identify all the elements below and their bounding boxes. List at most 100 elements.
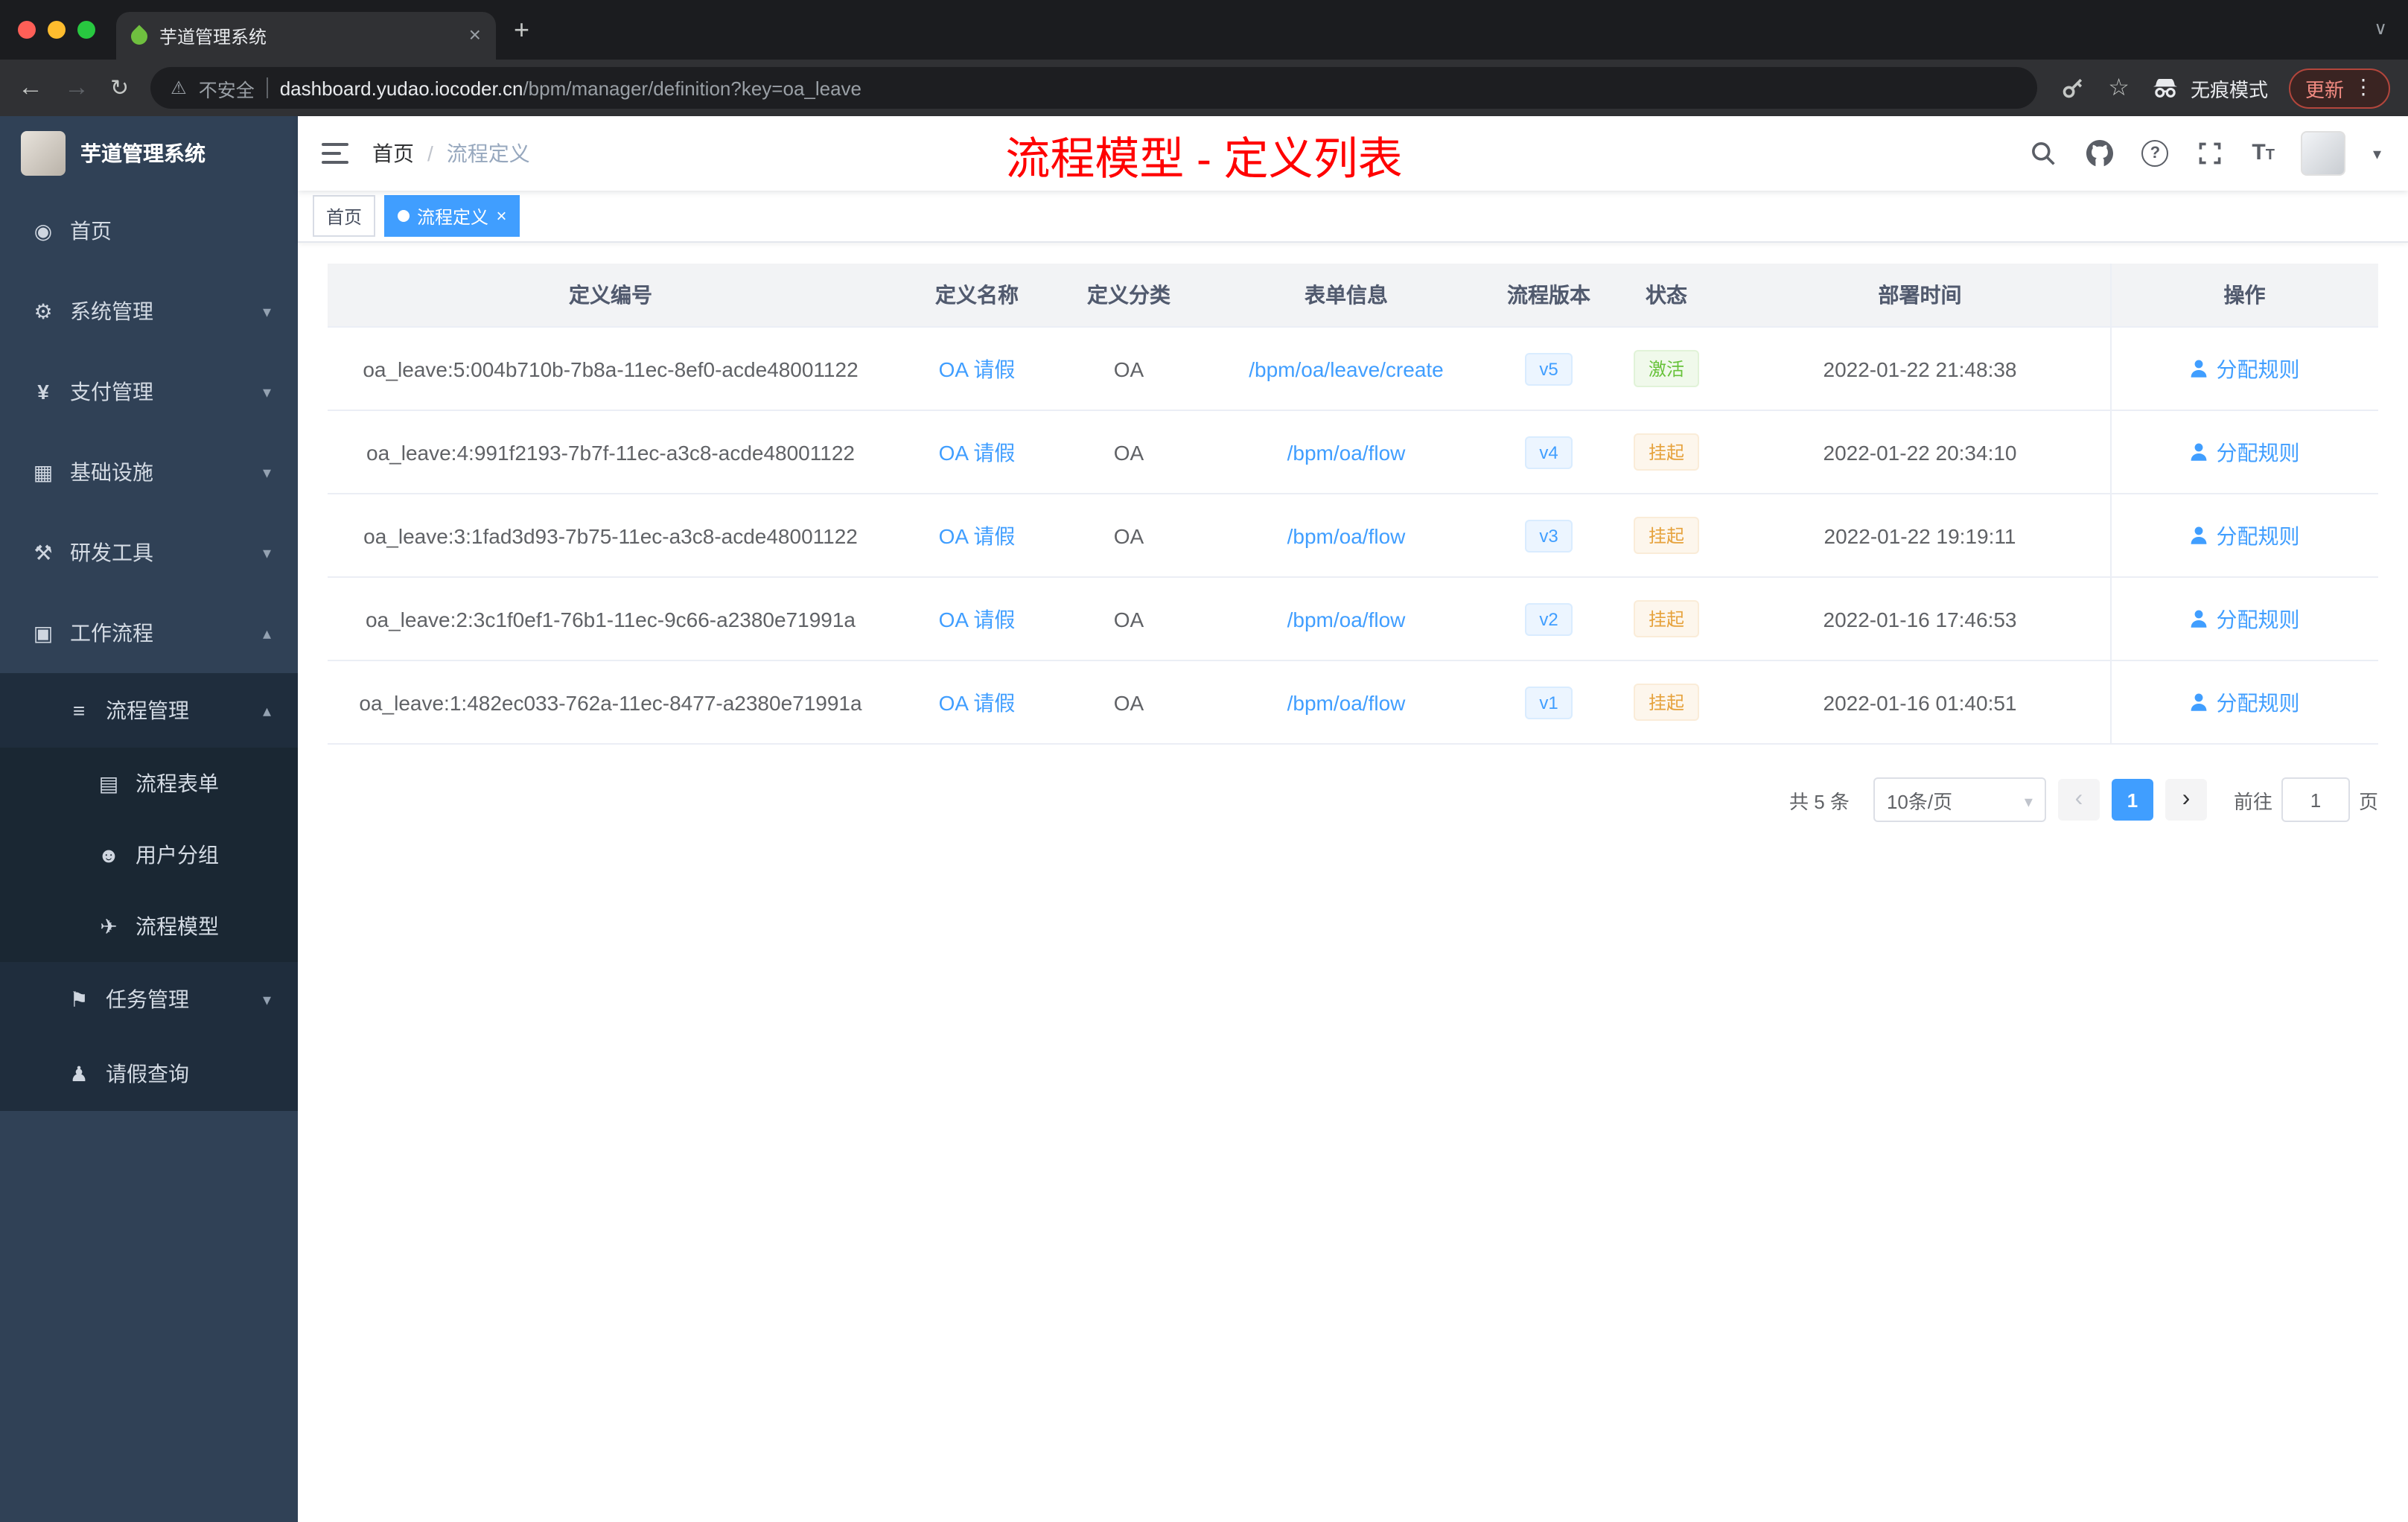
sidebar-collapse-icon[interactable] xyxy=(322,143,348,164)
tag-close-icon[interactable] xyxy=(496,206,506,226)
url-text[interactable]: dashboard.yudao.iocoder.cn/bpm/manager/d… xyxy=(280,77,861,99)
sidebar-item-label: 用户分组 xyxy=(136,843,219,867)
task-icon xyxy=(66,987,92,1012)
omnibox-divider xyxy=(266,77,268,98)
definition-name-link[interactable]: OA 请假 xyxy=(939,357,1016,380)
sidebar-item-label: 支付管理 xyxy=(70,380,153,404)
avatar-dropdown-icon[interactable] xyxy=(2373,140,2381,167)
version-badge: v3 xyxy=(1524,519,1573,552)
assign-rule-button[interactable]: 分配规则 xyxy=(2190,604,2300,634)
bookmark-star-icon[interactable] xyxy=(2108,73,2130,103)
sidebar: 芋道管理系统 首页 系统管理 支付管理 基础设施 研发工具 xyxy=(0,116,298,1522)
close-window-button[interactable] xyxy=(18,21,36,39)
font-size-icon[interactable] xyxy=(2252,140,2275,167)
version-badge: v4 xyxy=(1524,436,1573,468)
sidebar-item-leave-query[interactable]: 请假查询 xyxy=(0,1037,298,1111)
assign-rule-label: 分配规则 xyxy=(2216,607,2300,631)
tag-process-definition[interactable]: 流程定义 xyxy=(384,195,520,237)
definition-name-link[interactable]: OA 请假 xyxy=(939,523,1016,547)
form-info-link[interactable]: /bpm/oa/flow xyxy=(1287,440,1406,464)
back-button[interactable] xyxy=(18,73,43,103)
sidebar-item-task-management[interactable]: 任务管理 xyxy=(0,962,298,1037)
sidebar-item-infrastructure[interactable]: 基础设施 xyxy=(0,432,298,512)
page-number-button[interactable]: 1 xyxy=(2111,779,2153,821)
breadcrumb-home[interactable]: 首页 xyxy=(372,138,414,168)
browser-tab[interactable]: 芋道管理系统 xyxy=(116,12,496,60)
sidebar-item-process-model[interactable]: 流程模型 xyxy=(0,891,298,962)
app-title: 芋道管理系统 xyxy=(80,141,206,165)
assign-rule-label: 分配规则 xyxy=(2216,690,2300,714)
url-path: /bpm/manager/definition?key=oa_leave xyxy=(523,77,862,99)
fullscreen-icon[interactable] xyxy=(2195,138,2225,168)
tab-close-icon[interactable] xyxy=(469,22,481,49)
sidebar-item-process-form[interactable]: 流程表单 xyxy=(0,748,298,819)
table-row: oa_leave:4:991f2193-7b7f-11ec-a3c8-acde4… xyxy=(328,410,2378,494)
sidebar-item-devtools[interactable]: 研发工具 xyxy=(0,512,298,593)
next-page-button[interactable] xyxy=(2165,779,2207,821)
definition-category-cell: OA xyxy=(1060,577,1197,661)
assign-rule-button[interactable]: 分配规则 xyxy=(2190,687,2300,717)
browser-toolbar: 不安全 dashboard.yudao.iocoder.cn/bpm/manag… xyxy=(0,60,2408,116)
form-doc-icon xyxy=(95,771,122,796)
table-row: oa_leave:2:3c1f0ef1-76b1-11ec-9c66-a2380… xyxy=(328,577,2378,661)
sidebar-item-process-management[interactable]: 流程管理 xyxy=(0,673,298,748)
definition-id-cell: oa_leave:4:991f2193-7b7f-11ec-a3c8-acde4… xyxy=(328,410,894,494)
url-domain: dashboard.yudao.iocoder.cn xyxy=(279,77,523,99)
assign-rule-button[interactable]: 分配规则 xyxy=(2190,520,2300,550)
deploy-time-cell: 2022-01-16 01:40:51 xyxy=(1730,660,2110,745)
site-favicon-icon xyxy=(127,24,151,48)
workflow-icon xyxy=(30,620,57,646)
person-icon xyxy=(2191,443,2207,461)
password-key-icon[interactable] xyxy=(2057,73,2087,103)
forward-button[interactable] xyxy=(64,73,89,103)
paper-plane-icon xyxy=(95,914,122,939)
sidebar-item-system[interactable]: 系统管理 xyxy=(0,271,298,351)
sidebar-item-user-group[interactable]: 用户分组 xyxy=(0,819,298,891)
security-label[interactable]: 不安全 xyxy=(199,74,255,102)
page-size-value: 10条/页 xyxy=(1886,790,1953,812)
new-tab-button[interactable] xyxy=(514,14,529,45)
help-icon[interactable] xyxy=(2141,140,2169,167)
github-icon[interactable] xyxy=(2085,138,2115,168)
sidebar-item-label: 任务管理 xyxy=(106,987,189,1011)
zoom-window-button[interactable] xyxy=(77,21,95,39)
prev-page-button[interactable] xyxy=(2057,779,2100,821)
definition-id-cell: oa_leave:2:3c1f0ef1-76b1-11ec-9c66-a2380… xyxy=(328,577,894,661)
incognito-badge[interactable]: 无痕模式 xyxy=(2150,74,2268,102)
search-icon[interactable] xyxy=(2028,138,2058,168)
tags-view: 首页 流程定义 xyxy=(298,191,2408,243)
incognito-icon xyxy=(2153,79,2177,98)
browser-menu-icon[interactable] xyxy=(2353,74,2374,101)
sidebar-item-workflow[interactable]: 工作流程 xyxy=(0,593,298,673)
goto-label: 前往 xyxy=(2233,790,2272,812)
sidebar-item-payment[interactable]: 支付管理 xyxy=(0,351,298,432)
form-info-link[interactable]: /bpm/oa/flow xyxy=(1287,523,1406,547)
page-unit-label: 页 xyxy=(2358,790,2378,812)
assign-rule-button[interactable]: 分配规则 xyxy=(2190,437,2300,467)
form-info-link[interactable]: /bpm/oa/flow xyxy=(1287,690,1406,714)
definition-name-link[interactable]: OA 请假 xyxy=(939,690,1016,714)
sidebar-logo[interactable]: 芋道管理系统 xyxy=(0,116,298,191)
browser-update-button[interactable]: 更新 xyxy=(2288,68,2390,108)
form-info-link[interactable]: /bpm/oa/flow xyxy=(1287,607,1406,631)
user-avatar[interactable] xyxy=(2301,131,2346,176)
app-frame: 芋道管理系统 首页 系统管理 支付管理 基础设施 研发工具 xyxy=(0,116,2408,1522)
definition-name-link[interactable]: OA 请假 xyxy=(939,607,1016,631)
goto-page-input[interactable] xyxy=(2281,777,2350,822)
sidebar-item-home[interactable]: 首页 xyxy=(0,191,298,271)
form-info-link[interactable]: /bpm/oa/leave/create xyxy=(1249,357,1444,380)
not-secure-icon xyxy=(171,74,187,101)
tab-search-icon[interactable] xyxy=(2374,15,2387,42)
assign-rule-button[interactable]: 分配规则 xyxy=(2190,354,2300,383)
reload-button[interactable] xyxy=(110,74,129,102)
person-icon xyxy=(2191,526,2207,544)
minimize-window-button[interactable] xyxy=(48,21,66,39)
tag-home[interactable]: 首页 xyxy=(313,195,376,237)
sidebar-item-label: 工作流程 xyxy=(70,621,153,645)
col-header-definition-category: 定义分类 xyxy=(1060,264,1197,328)
active-dot-icon xyxy=(398,210,410,222)
definition-category-cell: OA xyxy=(1060,327,1197,411)
page-size-select[interactable]: 10条/页 xyxy=(1873,777,2046,822)
definition-name-link[interactable]: OA 请假 xyxy=(939,440,1016,464)
address-bar[interactable]: 不安全 dashboard.yudao.iocoder.cn/bpm/manag… xyxy=(150,67,2037,109)
